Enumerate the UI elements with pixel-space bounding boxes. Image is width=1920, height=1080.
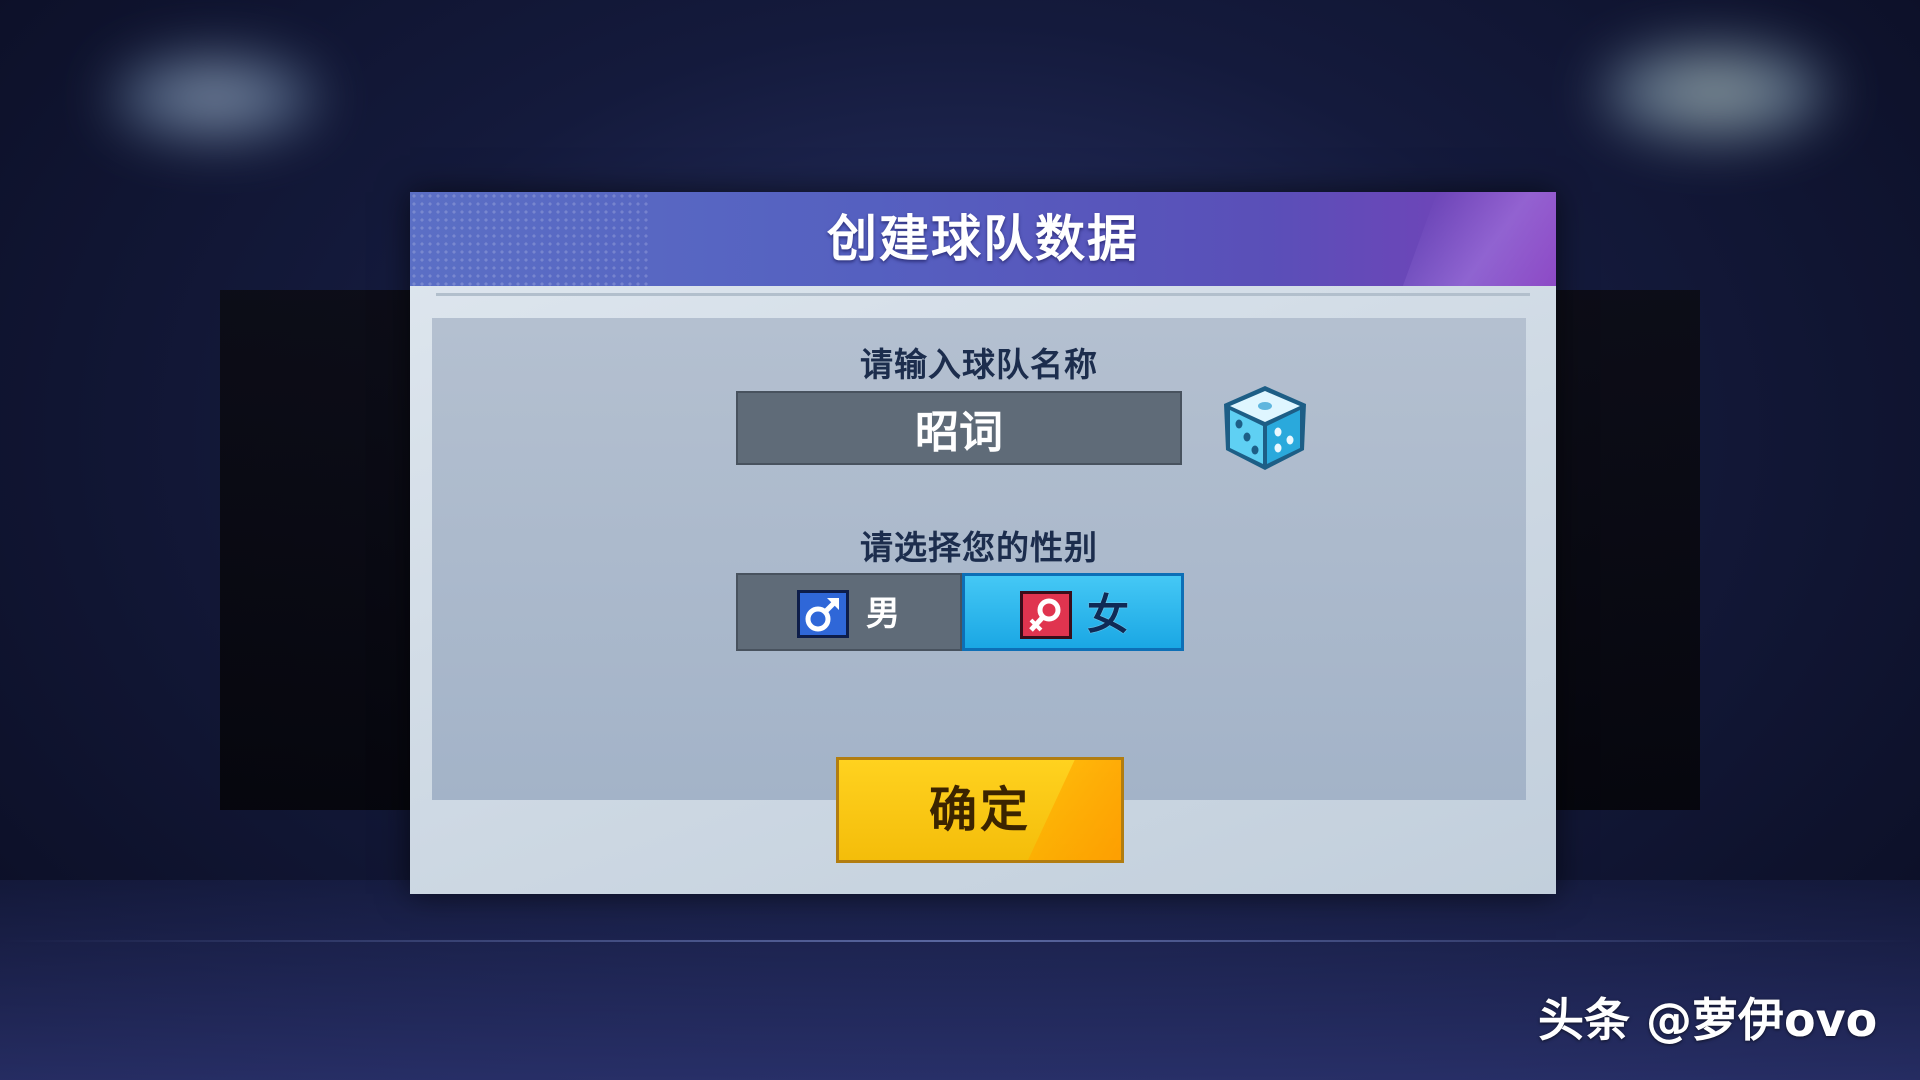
gender-label-female: 女 bbox=[1087, 590, 1130, 639]
dialog-title: 创建球队数据 bbox=[827, 210, 1139, 268]
female-symbol-icon bbox=[1020, 591, 1072, 639]
stage-light-right bbox=[1600, 45, 1830, 140]
gender-option-female[interactable]: 女 bbox=[962, 573, 1184, 651]
header-divider bbox=[436, 293, 1530, 296]
watermark: 头条 @萝伊ovo bbox=[1538, 993, 1878, 1047]
gender-selector: 男 女 bbox=[736, 573, 1184, 651]
background-screen-left bbox=[220, 290, 420, 810]
background-floor bbox=[0, 880, 1920, 1080]
male-symbol-icon bbox=[797, 590, 849, 638]
team-name-label: 请输入球队名称 bbox=[860, 345, 1098, 384]
randomize-name-button[interactable] bbox=[1220, 382, 1310, 474]
confirm-label: 确定 bbox=[928, 782, 1031, 838]
gender-option-male[interactable]: 男 bbox=[736, 573, 962, 651]
dice-icon bbox=[1224, 386, 1306, 470]
gender-label: 请选择您的性别 bbox=[860, 528, 1098, 567]
gender-label-male: 男 bbox=[866, 594, 900, 634]
confirm-button[interactable]: 确定 bbox=[836, 757, 1124, 863]
stage-light-left bbox=[110, 55, 320, 140]
team-name-input[interactable] bbox=[736, 391, 1182, 465]
background-floor-line bbox=[0, 940, 1920, 942]
